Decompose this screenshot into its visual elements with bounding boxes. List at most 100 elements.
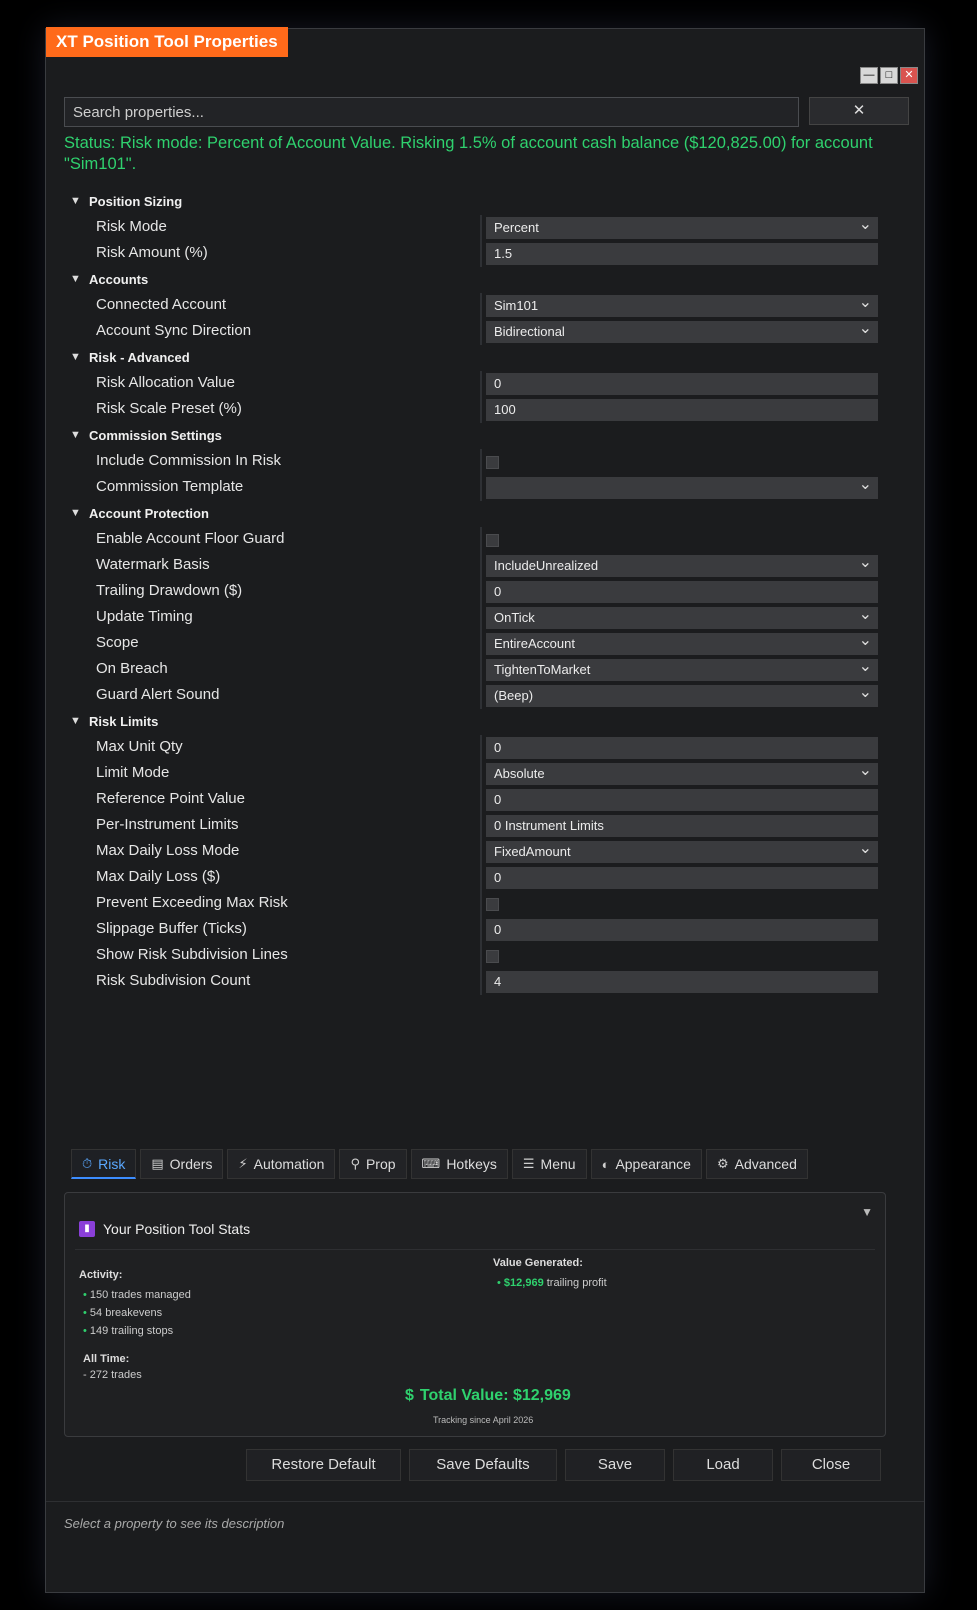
column-divider[interactable] (480, 293, 482, 319)
collapse-caret-icon[interactable]: ▼ (70, 715, 81, 727)
property-row[interactable]: Max Daily Loss Mode FixedAmount (64, 838, 904, 865)
close-window-button[interactable]: ✕ (900, 67, 918, 84)
category-header[interactable]: ▼ Account Protection (64, 501, 904, 527)
property-row[interactable]: Guard Alert Sound (Beep) (64, 682, 904, 709)
column-divider[interactable] (480, 891, 482, 917)
search-clear-button[interactable]: ✕ (809, 97, 909, 125)
property-row[interactable]: Update Timing OnTick (64, 604, 904, 631)
column-divider[interactable] (480, 553, 482, 579)
property-row[interactable]: Scope EntireAccount (64, 630, 904, 657)
column-divider[interactable] (480, 761, 482, 787)
column-divider[interactable] (480, 969, 482, 995)
tab-risk[interactable]: ⏱ Risk (71, 1149, 137, 1179)
property-dropdown[interactable]: IncludeUnrealized (486, 552, 878, 577)
property-row[interactable]: Max Daily Loss ($) 0 (64, 865, 904, 891)
property-row[interactable]: Slippage Buffer (Ticks) 0 (64, 917, 904, 943)
property-dropdown[interactable]: OnTick (486, 604, 878, 629)
category-header[interactable]: ▼ Accounts (64, 267, 904, 293)
tab-automation[interactable]: ⚡ Automation (227, 1149, 336, 1179)
load-button[interactable]: Load (673, 1449, 773, 1481)
category-header[interactable]: ▼ Commission Settings (64, 423, 904, 449)
property-input[interactable]: 0 (486, 581, 878, 603)
close-button[interactable]: Close (781, 1449, 881, 1481)
tab-hotkeys[interactable]: ⌨ Hotkeys (410, 1149, 508, 1179)
property-input[interactable]: 0 (486, 789, 878, 811)
property-row[interactable]: On Breach TightenToMarket (64, 656, 904, 683)
category-header[interactable]: ▼ Risk Limits (64, 709, 904, 735)
property-row[interactable]: Limit Mode Absolute (64, 760, 904, 787)
property-checkbox[interactable] (486, 456, 499, 469)
column-divider[interactable] (480, 319, 482, 345)
property-row[interactable]: Include Commission In Risk (64, 449, 904, 475)
save-button[interactable]: Save (565, 1449, 665, 1481)
collapse-icon[interactable]: ▼ (861, 1205, 873, 1219)
property-checkbox[interactable] (486, 898, 499, 911)
property-dropdown[interactable]: (Beep) (486, 682, 878, 707)
column-divider[interactable] (480, 579, 482, 605)
restore-default-button[interactable]: Restore Default (246, 1449, 401, 1481)
column-divider[interactable] (480, 943, 482, 969)
category-header[interactable]: ▼ Position Sizing (64, 189, 904, 215)
column-divider[interactable] (480, 787, 482, 813)
column-divider[interactable] (480, 865, 482, 891)
property-input[interactable]: 0 Instrument Limits (486, 815, 878, 837)
property-input[interactable]: 100 (486, 399, 878, 421)
category-header[interactable]: ▼ Risk - Advanced (64, 345, 904, 371)
column-divider[interactable] (480, 449, 482, 475)
collapse-caret-icon[interactable]: ▼ (70, 351, 81, 363)
tab-advanced[interactable]: ⚙ Advanced (705, 1149, 808, 1179)
tab-menu[interactable]: ☰ Menu (511, 1149, 587, 1179)
property-row[interactable]: Risk Allocation Value 0 (64, 371, 904, 397)
column-divider[interactable] (480, 839, 482, 865)
property-row[interactable]: Risk Scale Preset (%) 100 (64, 397, 904, 423)
property-row[interactable]: Commission Template (64, 474, 904, 501)
property-dropdown[interactable]: Absolute (486, 760, 878, 785)
property-dropdown[interactable]: TightenToMarket (486, 656, 878, 681)
column-divider[interactable] (480, 813, 482, 839)
property-input[interactable]: 4 (486, 971, 878, 993)
property-checkbox[interactable] (486, 534, 499, 547)
property-row[interactable]: Risk Mode Percent (64, 214, 904, 241)
search-input[interactable] (64, 97, 799, 127)
property-checkbox[interactable] (486, 950, 499, 963)
property-row[interactable]: Risk Amount (%) 1.5 (64, 241, 904, 267)
column-divider[interactable] (480, 631, 482, 657)
column-divider[interactable] (480, 475, 482, 501)
property-dropdown[interactable]: EntireAccount (486, 630, 878, 655)
property-input[interactable]: 1.5 (486, 243, 878, 265)
tab-orders[interactable]: ▤ Orders (140, 1149, 224, 1179)
collapse-caret-icon[interactable]: ▼ (70, 195, 81, 207)
property-row[interactable]: Trailing Drawdown ($) 0 (64, 579, 904, 605)
property-row[interactable]: Enable Account Floor Guard (64, 527, 904, 553)
property-dropdown[interactable]: Percent (486, 214, 878, 239)
minimize-button[interactable]: — (860, 67, 878, 84)
column-divider[interactable] (480, 371, 482, 397)
property-row[interactable]: Max Unit Qty 0 (64, 735, 904, 761)
property-row[interactable]: Per-Instrument Limits 0 Instrument Limits (64, 813, 904, 839)
property-dropdown[interactable]: Sim101 (486, 292, 878, 317)
property-row[interactable]: Prevent Exceeding Max Risk (64, 891, 904, 917)
column-divider[interactable] (480, 657, 482, 683)
property-row[interactable]: Risk Subdivision Count 4 (64, 969, 904, 995)
property-row[interactable]: Show Risk Subdivision Lines (64, 943, 904, 969)
property-row[interactable]: Reference Point Value 0 (64, 787, 904, 813)
property-input[interactable]: 0 (486, 919, 878, 941)
save-defaults-button[interactable]: Save Defaults (409, 1449, 557, 1481)
tab-prop[interactable]: ⚲ Prop (339, 1149, 407, 1179)
collapse-caret-icon[interactable]: ▼ (70, 507, 81, 519)
column-divider[interactable] (480, 215, 482, 241)
property-input[interactable]: 0 (486, 373, 878, 395)
property-row[interactable]: Connected Account Sim101 (64, 292, 904, 319)
property-dropdown[interactable]: FixedAmount (486, 838, 878, 863)
column-divider[interactable] (480, 683, 482, 709)
property-row[interactable]: Watermark Basis IncludeUnrealized (64, 552, 904, 579)
column-divider[interactable] (480, 527, 482, 553)
collapse-caret-icon[interactable]: ▼ (70, 429, 81, 441)
property-row[interactable]: Account Sync Direction Bidirectional (64, 318, 904, 345)
property-input[interactable]: 0 (486, 867, 878, 889)
maximize-button[interactable]: □ (880, 67, 898, 84)
column-divider[interactable] (480, 241, 482, 267)
property-dropdown[interactable]: Bidirectional (486, 318, 878, 343)
tab-appearance[interactable]: ◐ Appearance (590, 1149, 702, 1179)
column-divider[interactable] (480, 735, 482, 761)
